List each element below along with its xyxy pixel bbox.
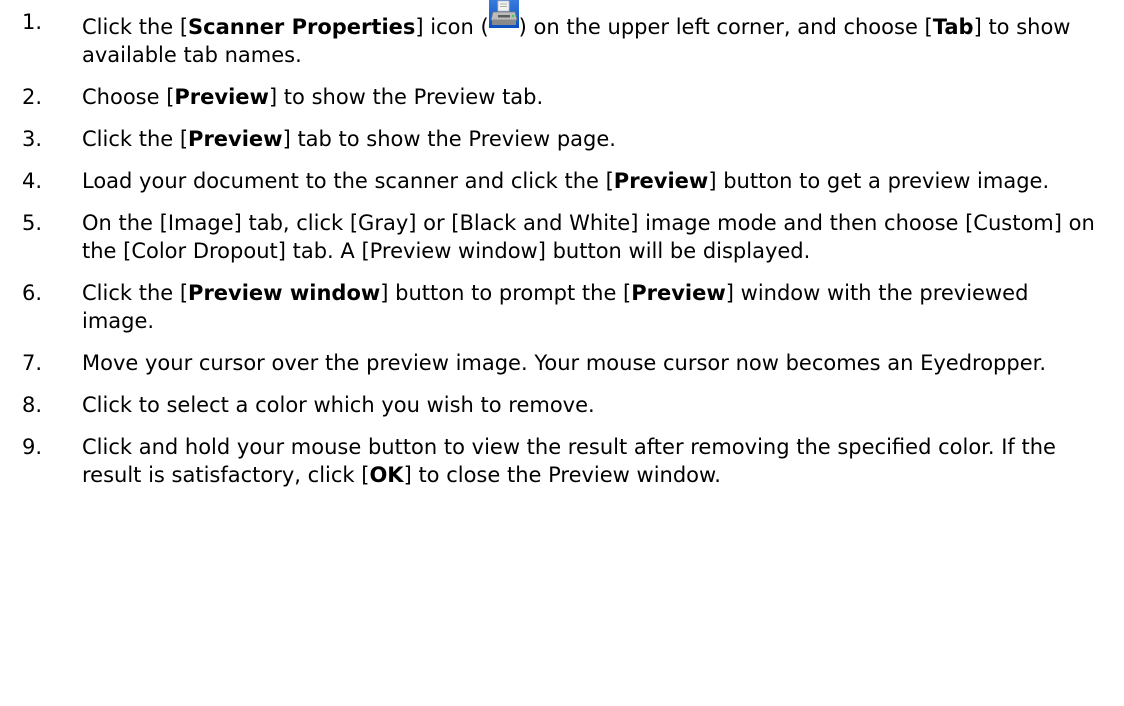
step-number: 9. (22, 435, 43, 459)
step-bold-text: Preview (613, 169, 709, 193)
step-text: Choose [Preview] to show the Preview tab… (82, 85, 543, 109)
step-text: Click to select a color which you wish t… (82, 393, 595, 417)
step-text-segment: ] button to prompt the [ (380, 281, 632, 305)
scanner-properties-icon (488, 0, 519, 28)
step-text-segment: Load your document to the scanner and cl… (82, 169, 614, 193)
step-text-segment: Click the [ (82, 281, 189, 305)
step-text-segment: ) on the upper left corner, and choose [ (518, 15, 933, 39)
step-item: 2. Choose [Preview] to show the Preview t… (0, 83, 1124, 111)
step-text: Click the [Scanner Properties] icon ( ) … (82, 0, 1070, 67)
step-text-segment: Click to select a color which you wish t… (82, 393, 595, 417)
step-number: 1. (22, 10, 43, 34)
step-number: 7. (22, 351, 43, 375)
step-text: Move your cursor over the preview image.… (82, 351, 1046, 375)
step-bold-text: Preview window (188, 281, 381, 305)
step-number: 6. (22, 281, 43, 305)
step-number: 4. (22, 169, 43, 193)
step-text-segment: Click the [ (82, 15, 189, 39)
step-text-segment: ] to close the Preview window. (403, 463, 721, 487)
step-item: 3. Click the [Preview] tab to show the Pr… (0, 125, 1124, 153)
step-bold-text: Preview (631, 281, 726, 305)
step-text-segment: Choose [ (82, 85, 175, 109)
step-text-segment: ] button to get a preview image. (708, 169, 1050, 193)
step-text: Click and hold your mouse button to view… (82, 435, 1056, 487)
step-item: 9. Click and hold your mouse button to vi… (0, 433, 1124, 489)
step-text-segment: ] tab to show the Preview page. (282, 127, 616, 151)
step-number: 2. (22, 85, 43, 109)
step-text-segment: Move your cursor over the preview image.… (82, 351, 1047, 375)
step-text-segment: Click the [ (82, 127, 189, 151)
step-bold-text: Preview (188, 127, 283, 151)
step-bold-text: OK (369, 463, 404, 487)
step-text-segment: ] to show the Preview tab. (268, 85, 544, 109)
step-number: 5. (22, 211, 43, 235)
step-item: 8. Click to select a color which you wish… (0, 391, 1124, 419)
step-item: 4. Load your document to the scanner and … (0, 167, 1124, 195)
step-text: Click the [Preview] tab to show the Prev… (82, 127, 616, 151)
instruction-steps: 1. Click the [Scanner Properties] icon ( … (0, 0, 1124, 503)
step-text: On the [Image] tab, click [Gray] or [Bla… (82, 211, 1095, 263)
step-number: 3. (22, 127, 43, 151)
step-item: 6. Click the [Preview window] button to p… (0, 279, 1124, 335)
step-text: Load your document to the scanner and cl… (82, 169, 1049, 193)
step-text: Click the [Preview window] button to pro… (82, 281, 1028, 333)
step-text-segment: ] icon ( (415, 15, 489, 39)
step-item: 1. Click the [Scanner Properties] icon ( … (0, 0, 1124, 69)
step-number: 8. (22, 393, 43, 417)
step-item: 5. On the [Image] tab, click [Gray] or [B… (0, 209, 1124, 265)
step-item: 7. Move your cursor over the preview imag… (0, 349, 1124, 377)
step-bold-text: Preview (174, 85, 269, 109)
step-bold-text: Scanner Properties (188, 15, 416, 39)
step-bold-text: Tab (932, 15, 974, 39)
step-text-segment: On the [Image] tab, click [Gray] or [Bla… (82, 211, 1095, 263)
